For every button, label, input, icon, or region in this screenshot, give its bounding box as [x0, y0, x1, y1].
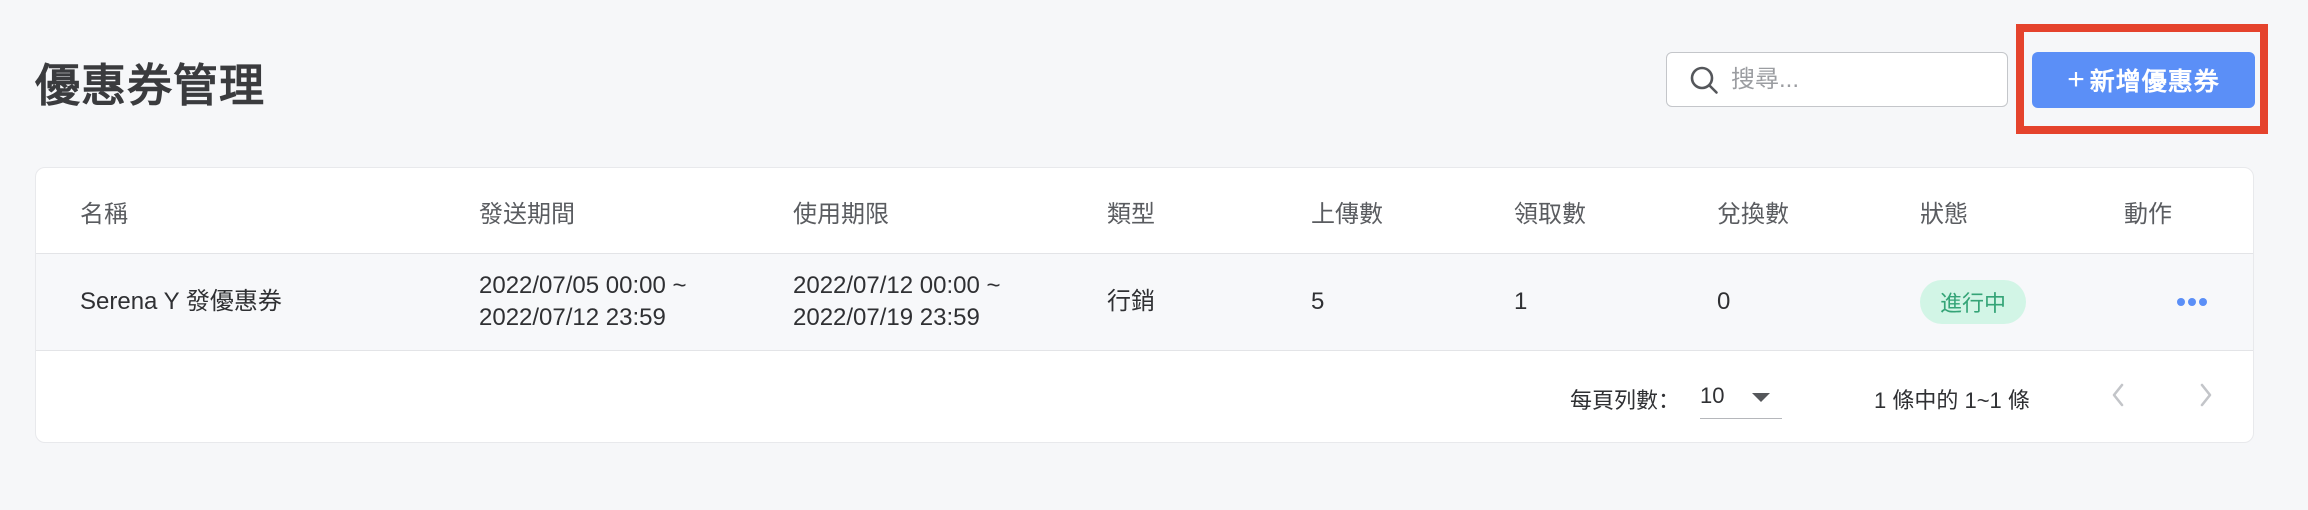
cell-redeemed: 0: [1717, 288, 1731, 315]
pagination-range: 1 條中的 1~1 條: [1874, 388, 2030, 413]
column-header-type: 類型: [1107, 201, 1155, 228]
coupon-table: 名稱 發送期間 使用期限 類型 上傳數 領取數 兌換數 狀態 動作 Serena…: [35, 167, 2254, 443]
column-header-redeemed: 兌換數: [1717, 201, 1789, 228]
more-dot: [2177, 298, 2185, 306]
column-header-send-period: 發送期間: [479, 201, 575, 228]
send-period-start: 2022/07/05 00:00 ~: [479, 272, 687, 299]
column-header-claimed: 領取數: [1514, 201, 1586, 228]
chevron-right-icon[interactable]: [2192, 379, 2220, 411]
column-header-name: 名稱: [80, 201, 128, 228]
column-header-uploaded: 上傳數: [1311, 201, 1383, 228]
valid-period-end: 2022/07/19 23:59: [793, 304, 980, 331]
search-box[interactable]: [1666, 52, 2008, 107]
cell-name: Serena Y 發優惠券: [80, 288, 282, 315]
pagination: 每頁列數： 10 1 條中的 1~1 條: [36, 351, 2253, 442]
chevron-left-icon[interactable]: [2104, 379, 2132, 411]
cell-type: 行銷: [1107, 288, 1155, 315]
cell-uploaded: 5: [1311, 288, 1325, 315]
search-input[interactable]: [1729, 64, 1993, 95]
caret-down-icon: [1752, 393, 1770, 402]
more-horizontal-icon[interactable]: [2177, 298, 2207, 308]
more-dot: [2199, 298, 2207, 306]
page-title: 優惠券管理: [35, 60, 266, 111]
valid-period-start: 2022/07/12 00:00 ~: [793, 272, 1001, 299]
table-header: 名稱 發送期間 使用期限 類型 上傳數 領取數 兌換數 狀態 動作: [36, 168, 2253, 254]
add-coupon-label: 新增優惠券: [2089, 68, 2220, 96]
cell-send-period: 2022/07/05 00:00 ~ 2022/07/12 23:59: [479, 270, 687, 334]
more-dot: [2188, 298, 2196, 306]
rows-per-page-select[interactable]: 10: [1700, 371, 1782, 419]
cell-valid-period: 2022/07/12 00:00 ~ 2022/07/19 23:59: [793, 270, 1001, 334]
table-row[interactable]: Serena Y 發優惠券 2022/07/05 00:00 ~ 2022/07…: [36, 254, 2253, 351]
search-icon: [1687, 63, 1721, 97]
send-period-end: 2022/07/12 23:59: [479, 304, 666, 331]
status-badge: 進行中: [1920, 280, 2027, 324]
rows-per-page-label: 每頁列數：: [1570, 388, 1681, 413]
column-header-status: 狀態: [1920, 201, 1968, 228]
column-header-valid-period: 使用期限: [793, 201, 889, 228]
rows-per-page-value: 10: [1700, 383, 1725, 408]
add-coupon-button[interactable]: + 新增優惠券: [2032, 52, 2255, 108]
column-header-actions: 動作: [2124, 201, 2172, 228]
cell-claimed: 1: [1514, 288, 1528, 315]
plus-icon: +: [2067, 63, 2086, 96]
